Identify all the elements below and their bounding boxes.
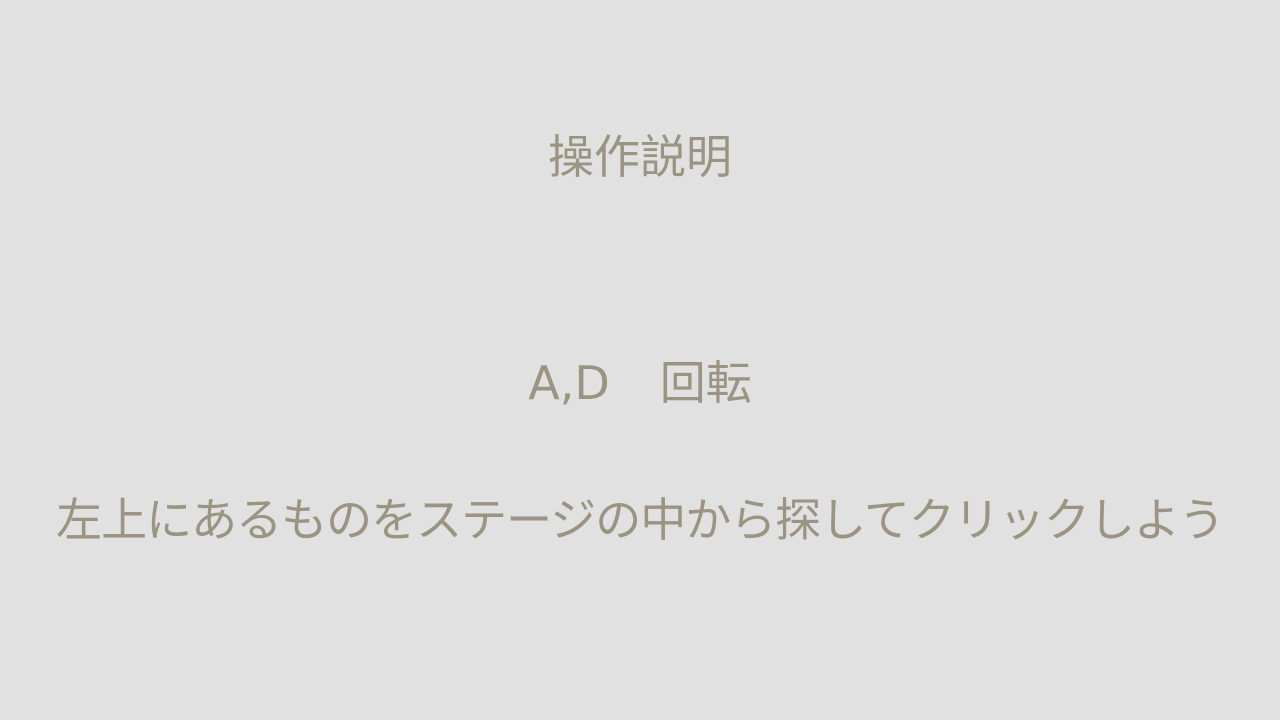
control-row-rotate: A,D 回転	[0, 360, 1280, 406]
instructions-screen: 操作説明 A,D 回転 左上にあるものをステージの中から探してクリックしよう	[0, 0, 1280, 720]
instructions-title: 操作説明	[548, 130, 732, 184]
control-key-label: A,D	[528, 356, 610, 410]
control-action-label: 回転	[659, 356, 752, 410]
goal-instruction-text: 左上にあるものをステージの中から探してクリックしよう	[56, 493, 1225, 547]
